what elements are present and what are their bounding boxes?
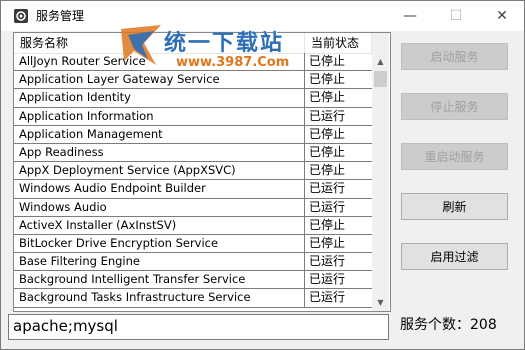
service-name: App Readiness — [19, 144, 104, 159]
service-status: 已停止 — [309, 235, 346, 250]
stop-service-button[interactable]: 停止服务 — [401, 93, 508, 120]
filter-input[interactable]: apache;mysql — [8, 314, 389, 340]
table-row[interactable]: Application Information 已运行 — [14, 107, 372, 126]
table-row[interactable]: Application Identity 已停止 — [14, 89, 372, 108]
service-name: Background Tasks Infrastructure Service — [19, 290, 251, 305]
service-name: Application Information — [19, 108, 154, 123]
table-row[interactable]: Background Intelligent Transfer Service 已… — [14, 271, 372, 290]
service-status: 已运行 — [309, 254, 346, 269]
scroll-up-arrow-icon[interactable]: ▲ — [372, 53, 389, 70]
close-button[interactable]: ✕ — [479, 1, 525, 31]
minimize-button[interactable]: — — [387, 1, 433, 31]
column-header-status[interactable]: 当前状态 — [311, 33, 359, 53]
scroll-thumb[interactable] — [374, 71, 387, 87]
service-name: Application Layer Gateway Service — [19, 72, 220, 87]
cell-divider — [304, 216, 305, 234]
service-status: 已运行 — [309, 272, 346, 287]
table-row[interactable]: BitLocker Drive Encryption Service 已停止 — [14, 234, 372, 254]
window-title: 服务管理 — [36, 9, 85, 23]
cell-divider — [304, 180, 305, 198]
service-count-label: 服务个数：208 — [400, 317, 497, 333]
cell-divider — [304, 271, 305, 289]
service-name: Base Filtering Engine — [19, 254, 140, 269]
table-row[interactable]: Background Tasks Infrastructure Service 已… — [14, 289, 372, 308]
table-row[interactable]: Base Filtering Engine 已运行 — [14, 253, 372, 272]
cell-divider — [304, 289, 305, 307]
table-row[interactable]: ActiveX Installer (AxInstSV) 已停止 — [14, 216, 372, 235]
table-row[interactable]: AppX Deployment Service (AppXSVC) 已停止 — [14, 162, 372, 181]
enable-filter-button[interactable]: 启用过滤 — [401, 243, 508, 270]
table-row[interactable]: Application Layer Gateway Service 已停止 — [14, 71, 372, 90]
cell-divider — [304, 234, 305, 253]
service-status: 已运行 — [309, 199, 346, 214]
cell-divider — [304, 71, 305, 89]
refresh-button[interactable]: 刷新 — [401, 193, 508, 220]
column-divider[interactable] — [304, 33, 305, 53]
column-header-name[interactable]: 服务名称 — [20, 33, 68, 53]
scroll-down-arrow-icon[interactable]: ▼ — [372, 294, 389, 311]
service-name: Application Management — [19, 126, 163, 141]
service-status: 已停止 — [309, 217, 346, 232]
maximize-icon: ☐ — [449, 8, 463, 24]
minimize-icon: — — [403, 8, 417, 24]
service-name: Application Identity — [19, 90, 131, 105]
cell-divider — [304, 53, 305, 71]
service-manager-window: 服务管理 — ☐ ✕ 服务名称 当前状态 AllJoyn Router Serv… — [0, 0, 525, 350]
service-list[interactable]: 服务名称 当前状态 AllJoyn Router Service 已停止 Appl… — [13, 32, 391, 312]
service-name: Windows Audio Endpoint Builder — [19, 181, 206, 196]
start-service-button[interactable]: 启动服务 — [401, 43, 508, 70]
service-name: AppX Deployment Service (AppXSVC) — [19, 163, 236, 178]
service-status: 已运行 — [309, 108, 346, 123]
cell-divider — [304, 198, 305, 216]
service-name: Background Intelligent Transfer Service — [19, 272, 246, 287]
service-status: 已停止 — [309, 163, 346, 178]
cell-divider — [304, 143, 305, 162]
table-row[interactable]: Windows Audio 已运行 — [14, 198, 372, 217]
service-name: ActiveX Installer (AxInstSV) — [19, 217, 177, 232]
service-status: 已停止 — [309, 144, 346, 159]
table-row[interactable]: Application Management 已停止 — [14, 125, 372, 144]
list-rows: AllJoyn Router Service 已停止 Application La… — [14, 53, 372, 308]
service-status: 已运行 — [309, 290, 346, 305]
cell-divider — [304, 253, 305, 271]
service-name: Windows Audio — [19, 199, 107, 214]
vertical-scrollbar[interactable]: ▲ ▼ — [372, 33, 389, 311]
maximize-button[interactable]: ☐ — [433, 1, 479, 31]
list-header: 服务名称 当前状态 — [14, 33, 372, 54]
service-name: BitLocker Drive Encryption Service — [19, 235, 219, 250]
cell-divider — [304, 89, 305, 107]
restart-service-button[interactable]: 重启动服务 — [401, 143, 508, 170]
service-status: 已停止 — [309, 90, 346, 105]
service-status: 已停止 — [309, 72, 346, 87]
service-status: 已停止 — [309, 126, 346, 141]
table-row[interactable]: AllJoyn Router Service 已停止 — [14, 53, 372, 72]
service-status: 已运行 — [309, 181, 346, 196]
table-row[interactable]: App Readiness 已停止 — [14, 143, 372, 163]
table-row[interactable]: Windows Audio Endpoint Builder 已运行 — [14, 180, 372, 199]
app-gear-icon — [14, 9, 28, 23]
service-status: 已停止 — [309, 54, 346, 68]
title-bar: 服务管理 — ☐ ✕ — [1, 1, 524, 31]
close-icon: ✕ — [496, 8, 508, 24]
cell-divider — [304, 107, 305, 125]
cell-divider — [304, 125, 305, 143]
service-name: AllJoyn Router Service — [19, 54, 146, 68]
cell-divider — [304, 162, 305, 180]
